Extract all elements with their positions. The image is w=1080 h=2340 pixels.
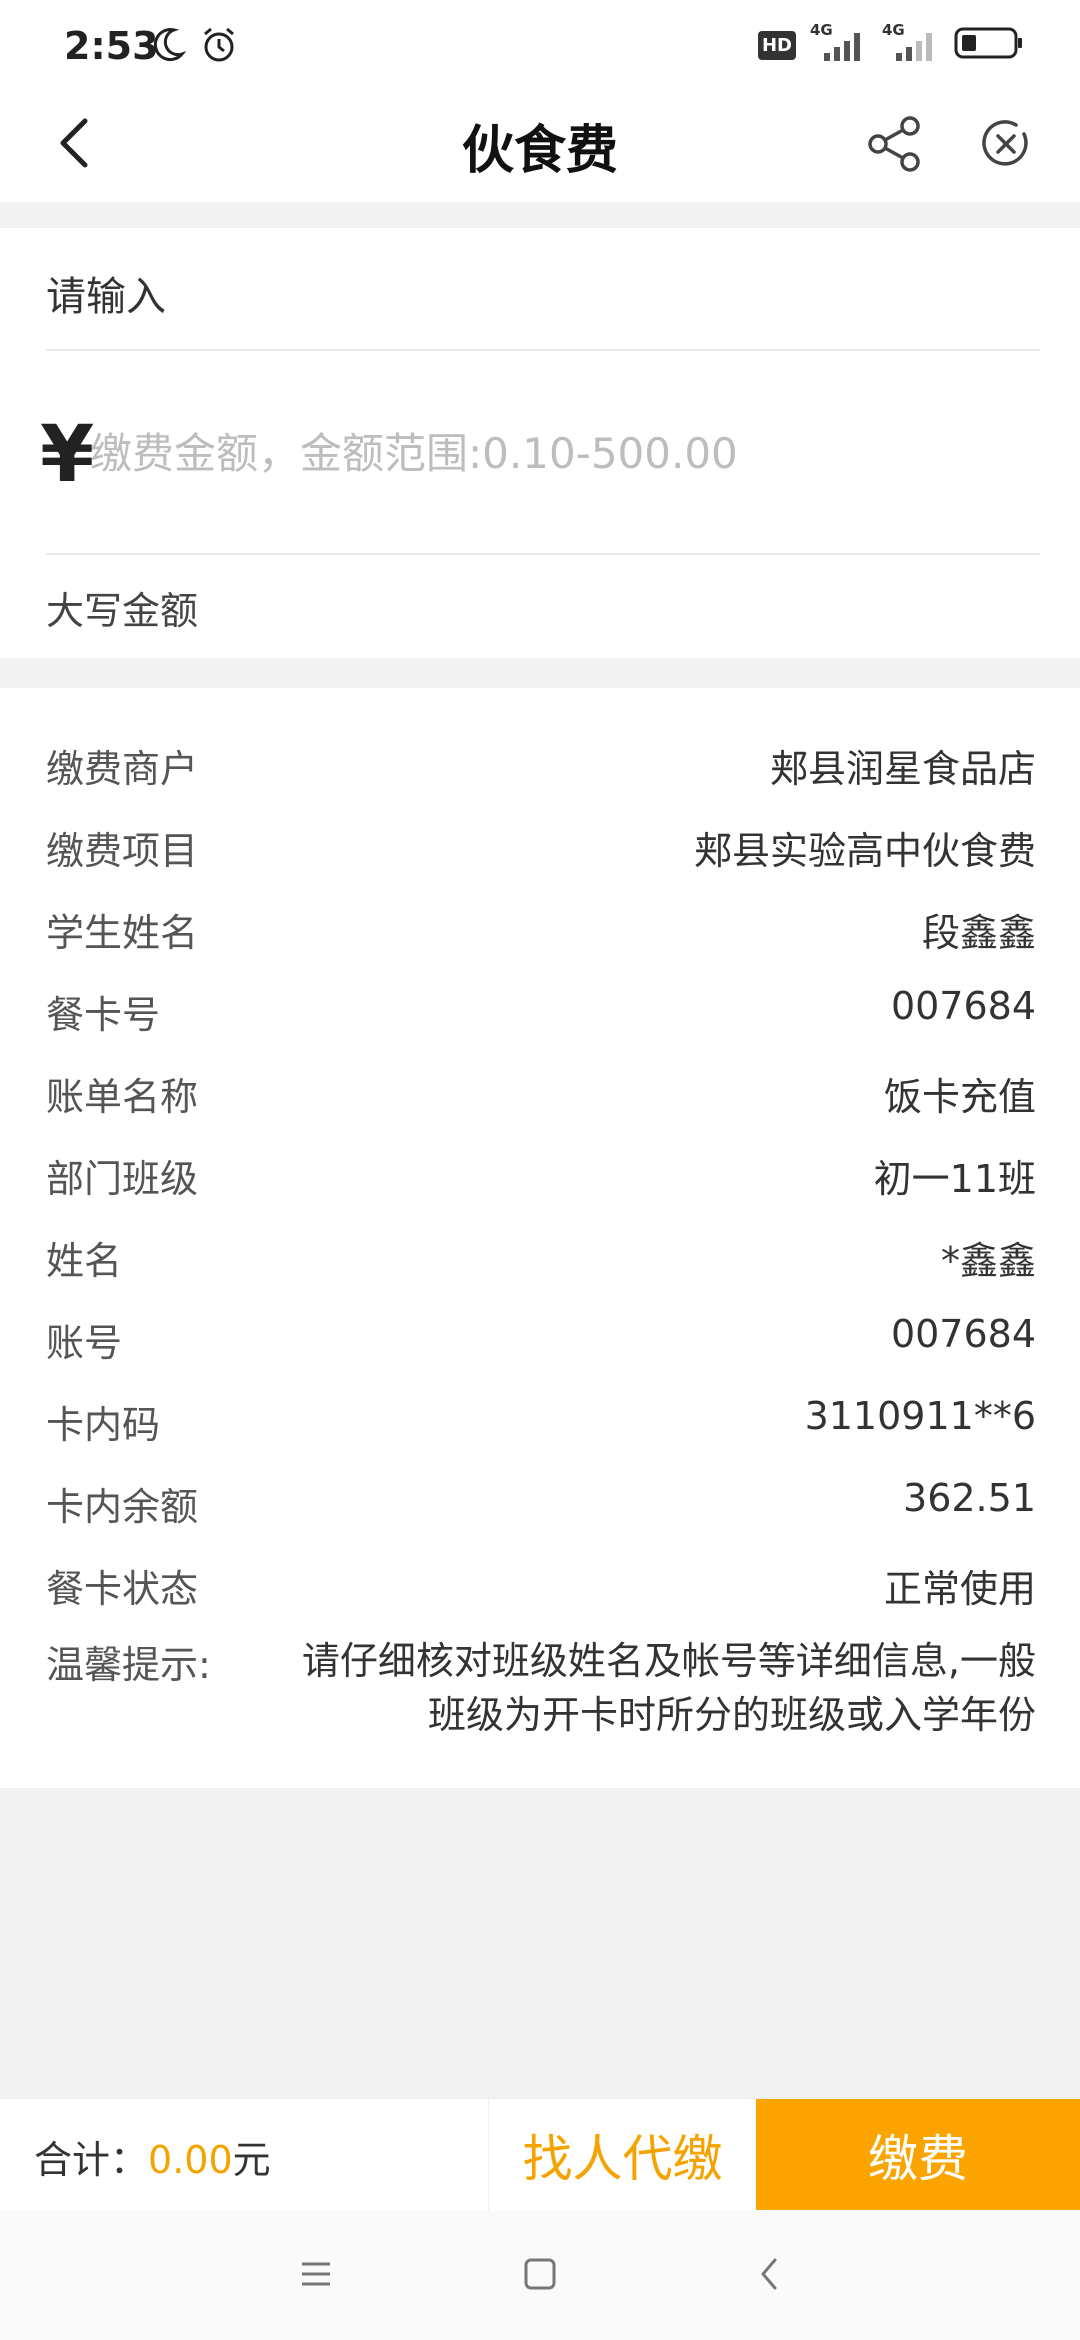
currency-symbol: ¥ [40,410,95,500]
info-value: *鑫鑫 [940,1239,1036,1283]
proxy-pay-button[interactable]: 找人代缴 [488,2099,756,2211]
info-value: 郏县润星食品店 [769,747,1036,791]
pay-button[interactable]: 缴费 [756,2099,1080,2211]
divider [46,349,1040,351]
info-value: 007684 [890,984,1036,1028]
signal-icon: 4G [810,21,868,63]
total-display: 合计：0.00元 [34,2129,271,2184]
moon-icon [152,26,187,68]
info-row-student-name: 学生姓名 段鑫鑫 [0,892,1080,974]
info-row-bill-name: 账单名称 饭卡充值 [0,1056,1080,1138]
menu-button[interactable] [286,2246,346,2306]
info-value: 007684 [890,1312,1036,1356]
close-circle-icon [980,118,1032,174]
info-value: 初一11班 [873,1157,1036,1201]
capital-amount-label: 大写金额 [46,589,199,633]
bottom-action-bar: 合计：0.00元 找人代缴 缴费 [0,2098,1080,2211]
alarm-icon [200,26,238,68]
amount-input-card: 请输入 ¥ 大写金额 [0,228,1080,658]
info-row-class: 部门班级 初一11班 [0,1138,1080,1220]
info-label: 账单名称 [46,1075,199,1119]
status-bar: 2:53 HD 4G 4G [0,0,1080,90]
close-button[interactable] [968,108,1044,184]
info-label: 缴费商户 [46,747,199,791]
info-value: 362.51 [903,1476,1036,1520]
total-unit: 元 [232,2138,271,2182]
info-value: 正常使用 [883,1567,1036,1611]
total-amount: 0.00 [148,2138,233,2182]
info-value: 郏县实验高中伙食费 [693,829,1036,873]
info-label: 餐卡号 [46,993,161,1037]
home-square-icon [520,2254,560,2298]
info-row-account: 账号 007684 [0,1302,1080,1384]
home-button[interactable] [510,2246,570,2306]
payment-info-card: 缴费商户 郏县润星食品店 缴费项目 郏县实验高中伙食费 学生姓名 段鑫鑫 餐卡号… [0,688,1080,1788]
info-label: 卡内余额 [46,1485,199,1529]
info-row-card-code: 卡内码 3110911**6 [0,1384,1080,1466]
info-value: 饭卡充值 [883,1075,1036,1119]
info-value: 段鑫鑫 [921,911,1036,955]
info-label: 账号 [46,1321,123,1365]
info-row-name: 姓名 *鑫鑫 [0,1220,1080,1302]
menu-icon [296,2257,336,2295]
payment-amount-input[interactable] [90,418,990,488]
status-icons-left [152,26,238,68]
total-label: 合计： [34,2138,149,2182]
tip-label: 温馨提示: [46,1643,211,1687]
info-row-card-number: 餐卡号 007684 [0,974,1080,1056]
info-label: 姓名 [46,1239,123,1283]
info-row-card-status: 餐卡状态 正常使用 [0,1548,1080,1630]
divider [46,553,1040,555]
info-label: 卡内码 [46,1403,161,1447]
hd-badge-icon: HD [757,30,796,60]
status-time: 2:53 [64,24,159,68]
signal-icon: 4G [882,21,940,63]
system-nav-bar [0,2210,1080,2340]
back-triangle-icon [753,2254,783,2298]
share-icon [866,114,922,178]
battery-icon [954,26,1024,64]
info-row-merchant: 缴费商户 郏县润星食品店 [0,728,1080,810]
info-row-balance: 卡内余额 362.51 [0,1466,1080,1548]
info-label: 餐卡状态 [46,1567,199,1611]
info-row-item: 缴费项目 郏县实验高中伙食费 [0,810,1080,892]
info-label: 部门班级 [46,1157,199,1201]
system-back-button[interactable] [738,2246,798,2306]
input-prompt: 请输入 [46,274,166,320]
share-button[interactable] [856,108,932,184]
tip-text: 请仔细核对班级姓名及帐号等详细信息,一般班级为开卡时所分的班级或入学年份 [301,1639,1036,1737]
info-label: 学生姓名 [46,911,199,955]
info-label: 缴费项目 [46,829,199,873]
info-value: 3110911**6 [804,1394,1036,1438]
status-icons-right: HD 4G 4G [757,21,1024,64]
app-header: 伙食费 [0,90,1080,202]
